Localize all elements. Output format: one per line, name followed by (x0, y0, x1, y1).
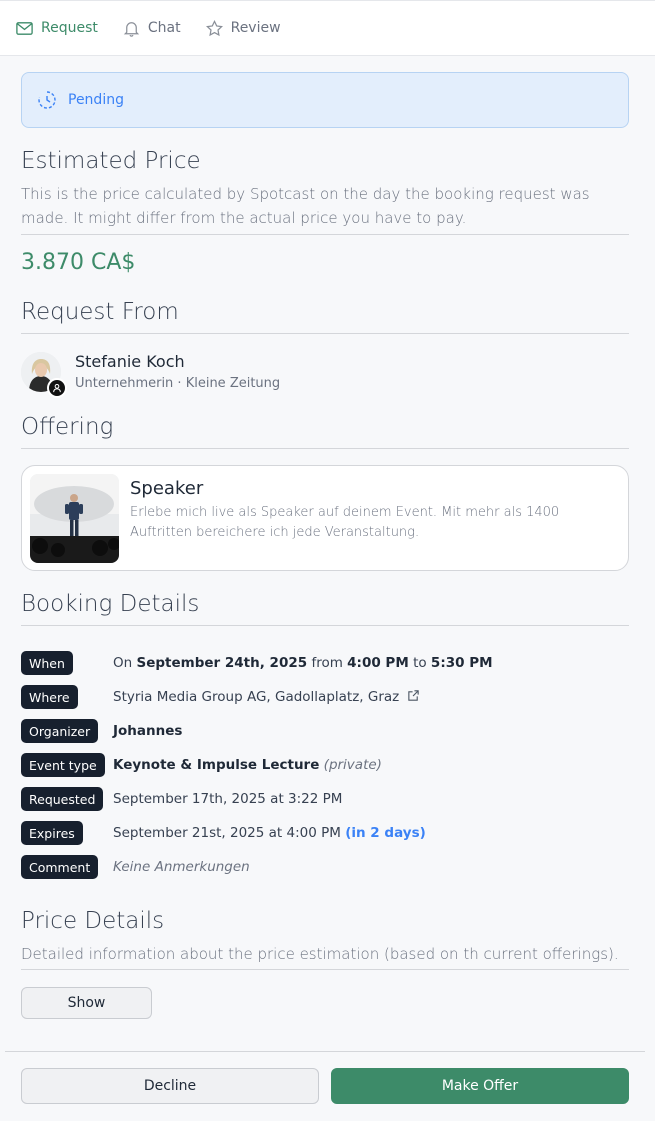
tab-review[interactable]: Review (205, 19, 281, 38)
detail-row-event-type: Event type Keynote & Impulse Lecture (pr… (21, 753, 629, 777)
detail-row-requested: Requested September 17th, 2025 at 3:22 P… (21, 787, 629, 811)
detail-row-comment: Comment Keine Anmerkungen (21, 855, 629, 879)
offering-card[interactable]: Speaker Erlebe mich live als Speaker auf… (21, 465, 629, 571)
status-label: Pending (68, 92, 124, 108)
detail-row-when: When On September 24th, 2025 from 4:00 P… (21, 651, 629, 675)
tab-request-label: Request (41, 20, 98, 36)
decline-button[interactable]: Decline (21, 1068, 319, 1104)
tab-chat-label: Chat (147, 20, 181, 36)
price-details-description: Detailed information about the price est… (21, 945, 619, 963)
when-value: On September 24th, 2025 from 4:00 PM to … (113, 655, 493, 671)
status-banner: Pending (21, 72, 629, 128)
clock-dashed-icon (38, 91, 56, 109)
estimated-price-description: This is the price calculated by Spotcast… (21, 185, 590, 227)
tag-requested: Requested (21, 787, 104, 811)
requester-avatar[interactable] (21, 352, 67, 398)
tag-expires: Expires (21, 821, 83, 845)
tag-where: Where (21, 685, 78, 709)
offering-heading: Offering (21, 414, 114, 440)
external-link-icon[interactable] (407, 689, 420, 702)
star-icon (205, 19, 223, 36)
offering-image (30, 474, 119, 563)
tag-comment: Comment (21, 855, 99, 879)
make-offer-button[interactable]: Make Offer (331, 1068, 629, 1104)
show-price-details-button[interactable]: Show (21, 987, 152, 1019)
where-value[interactable]: Styria Media Group AG, Gadollaplatz, Gra… (113, 689, 420, 705)
tag-organizer: Organizer (21, 719, 99, 743)
tab-request[interactable]: Request (15, 19, 98, 38)
booking-details-heading: Booking Details (21, 591, 200, 617)
divider (21, 333, 629, 334)
detail-row-expires: Expires September 21st, 2025 at 4:00 PM … (21, 821, 629, 845)
expires-value: September 21st, 2025 at 4:00 PM (in 2 da… (113, 825, 426, 841)
envelope-icon (16, 21, 33, 35)
detail-row-where: Where Styria Media Group AG, Gadollaplat… (21, 685, 629, 709)
offering-description: Erlebe mich live als Speaker auf deinem … (130, 505, 560, 540)
user-badge-icon (47, 378, 67, 398)
comment-value: Keine Anmerkungen (113, 859, 250, 875)
divider (21, 625, 629, 626)
organizer-value: Johannes (113, 723, 183, 739)
requester-name[interactable]: Stefanie Koch (75, 352, 185, 371)
tag-when: When (21, 651, 73, 675)
estimated-price-value: 3.870 CA$ (21, 250, 136, 275)
divider (21, 969, 629, 970)
event-type-value: Keynote & Impulse Lecture (private) (113, 757, 382, 773)
price-details-heading: Price Details (21, 908, 165, 934)
tag-event-type: Event type (21, 753, 105, 777)
bell-icon (123, 21, 140, 37)
footer-divider (5, 1051, 645, 1052)
requester-subtitle: Unternehmerin · Kleine Zeitung (75, 376, 281, 391)
tab-chat[interactable]: Chat (122, 19, 181, 38)
divider (21, 448, 629, 449)
divider (21, 234, 629, 235)
tab-review-label: Review (230, 20, 281, 36)
offering-title: Speaker (130, 478, 204, 499)
request-from-heading: Request From (21, 299, 179, 325)
estimated-price-heading: Estimated Price (21, 148, 201, 174)
detail-row-organizer: Organizer Johannes (21, 719, 629, 743)
requested-value: September 17th, 2025 at 3:22 PM (113, 791, 343, 807)
tab-bar: Request Chat Review (0, 0, 655, 56)
